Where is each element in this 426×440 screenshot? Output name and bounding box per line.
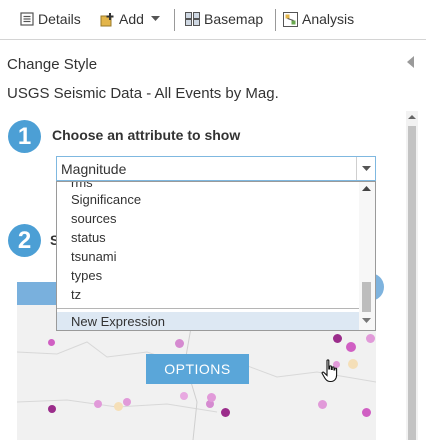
- step-1-badge: 1: [8, 120, 41, 153]
- preview-legend-bar: [17, 282, 59, 305]
- attribute-option[interactable]: types: [71, 266, 102, 285]
- collapse-panel-icon[interactable]: [407, 56, 415, 68]
- map-point: [48, 339, 55, 346]
- chevron-down-icon: [362, 166, 371, 171]
- details-button[interactable]: Details: [20, 10, 81, 28]
- attribute-option[interactable]: Significance: [71, 190, 141, 209]
- add-layer-icon: [100, 12, 114, 26]
- map-point: [348, 359, 358, 369]
- attribute-option[interactable]: status: [71, 228, 106, 247]
- basemap-button[interactable]: Basemap: [185, 10, 263, 28]
- map-point: [114, 402, 123, 411]
- map-point: [346, 342, 356, 352]
- map-point: [94, 400, 102, 408]
- analysis-button[interactable]: Analysis: [283, 10, 354, 28]
- new-expression-option[interactable]: New Expression: [57, 312, 359, 330]
- step-1-label: Choose an attribute to show: [52, 127, 241, 143]
- map-point: [362, 408, 371, 417]
- details-label: Details: [38, 11, 81, 27]
- dropdown-scrollbar-thumb[interactable]: [362, 282, 371, 312]
- panel-scrollbar-thumb[interactable]: [408, 126, 416, 440]
- map-point: [333, 334, 342, 343]
- attribute-option[interactable]: tsunami: [71, 247, 117, 266]
- add-button[interactable]: Add: [100, 10, 160, 28]
- scroll-down-icon[interactable]: [362, 318, 371, 324]
- attribute-select-toggle[interactable]: [356, 157, 375, 180]
- hand-cursor-icon: [321, 359, 338, 383]
- analysis-label: Analysis: [302, 11, 355, 27]
- basemap-icon: [185, 12, 200, 26]
- add-label: Add: [119, 11, 144, 27]
- basemap-label: Basemap: [204, 11, 264, 27]
- scroll-up-icon[interactable]: [406, 111, 418, 123]
- toolbar-divider: [275, 9, 276, 31]
- panel-title: Change Style: [7, 56, 98, 73]
- map-point: [221, 408, 230, 417]
- layer-name: USGS Seismic Data - All Events by Mag.: [7, 85, 279, 102]
- map-point: [180, 392, 188, 400]
- map-point: [175, 339, 184, 348]
- attribute-select-value: Magnitude: [61, 161, 127, 177]
- dropdown-divider: [57, 308, 359, 309]
- toolbar: Details Add Basemap Analysis: [0, 0, 426, 40]
- change-style-panel: Change Style USGS Seismic Data - All Eve…: [0, 41, 426, 440]
- options-button[interactable]: OPTIONS: [146, 354, 249, 384]
- map-point: [123, 398, 131, 406]
- details-icon: [20, 12, 34, 26]
- analysis-icon: [283, 11, 298, 27]
- map-point: [207, 393, 216, 402]
- new-expression-label: New Expression: [71, 314, 165, 329]
- attribute-select[interactable]: Magnitude: [56, 156, 376, 181]
- map-point: [48, 405, 56, 413]
- chevron-down-icon: [150, 16, 160, 21]
- attribute-dropdown-list: rms Significance sources status tsunami …: [56, 181, 376, 331]
- attribute-option[interactable]: sources: [71, 209, 117, 228]
- step-2-badge: 2: [8, 224, 41, 257]
- toolbar-divider: [174, 9, 175, 31]
- scroll-up-icon[interactable]: [362, 185, 371, 191]
- map-point: [366, 334, 375, 343]
- attribute-option[interactable]: tz: [71, 285, 81, 304]
- map-point: [318, 400, 327, 409]
